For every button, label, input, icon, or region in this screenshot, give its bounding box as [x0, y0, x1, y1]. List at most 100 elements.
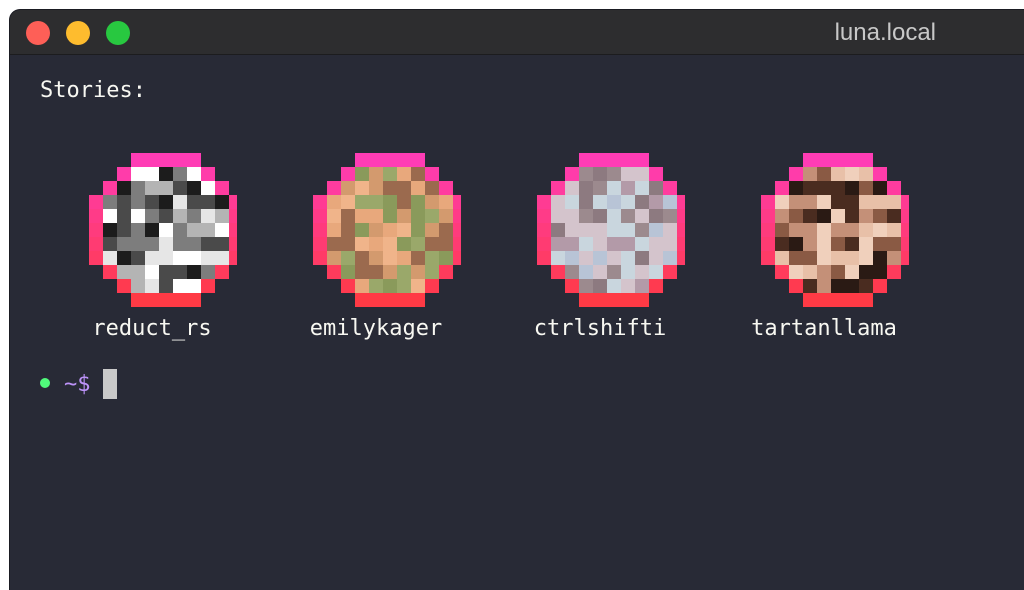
story-item[interactable]: reduct_rs: [67, 131, 237, 343]
avatar-ring-pixel: [803, 153, 817, 167]
avatar-ring-pixel: [453, 251, 461, 265]
story-avatar[interactable]: [515, 131, 685, 313]
avatar-pixel: [817, 195, 831, 209]
avatar-pixel: [551, 223, 565, 237]
avatar-ring-pixel: [845, 153, 859, 167]
avatar-ring-pixel: [803, 293, 817, 307]
avatar-pixel: [873, 181, 887, 195]
avatar-pixel: [887, 209, 901, 223]
avatar-pixel: [803, 223, 817, 237]
story-item[interactable]: tartanllama: [739, 131, 909, 343]
avatar-pixel: [635, 237, 649, 251]
avatar-pixel: [145, 195, 159, 209]
avatar-pixel: [803, 167, 817, 181]
avatar-pixel: [215, 195, 229, 209]
avatar-pixel: [803, 195, 817, 209]
avatar-pixel: [439, 209, 453, 223]
avatar-pixel: [635, 181, 649, 195]
avatar-ring-pixel: [187, 293, 201, 307]
avatar-pixel: [145, 223, 159, 237]
avatar-pixel: [117, 223, 131, 237]
avatar-pixel: [593, 223, 607, 237]
avatar-pixel: [607, 223, 621, 237]
avatar-ring-pixel: [383, 153, 397, 167]
avatar-ring-pixel: [369, 293, 383, 307]
avatar-pixel: [131, 251, 145, 265]
avatar-pixel: [145, 251, 159, 265]
avatar-pixel: [355, 223, 369, 237]
avatar-ring-pixel: [901, 209, 909, 223]
story-item[interactable]: ctrlshifti: [515, 131, 685, 343]
terminal-content[interactable]: Stories: reduct_rs emilykager ctrlshifti…: [10, 55, 1024, 590]
story-item[interactable]: emilykager: [291, 131, 461, 343]
avatar-pixel: [103, 195, 117, 209]
avatar-pixel: [411, 223, 425, 237]
avatar-pixel: [593, 209, 607, 223]
avatar-pixel: [145, 265, 159, 279]
avatar-ring-pixel: [327, 265, 341, 279]
avatar-pixel: [803, 265, 817, 279]
avatar-pixel: [411, 209, 425, 223]
avatar-ring-pixel: [831, 293, 845, 307]
avatar-pixel: [789, 251, 803, 265]
avatar-ring-pixel: [593, 153, 607, 167]
avatar-pixel: [887, 195, 901, 209]
avatar-pixel: [817, 251, 831, 265]
avatar-pixel: [845, 265, 859, 279]
avatar-ring-pixel: [397, 293, 411, 307]
avatar-pixel: [173, 167, 187, 181]
zoom-button[interactable]: [106, 21, 130, 45]
avatar-pixel: [173, 195, 187, 209]
avatar-ring-pixel: [621, 293, 635, 307]
avatar-pixel: [369, 181, 383, 195]
avatar-pixel: [411, 251, 425, 265]
avatar-pixel: [341, 237, 355, 251]
avatar-pixel: [369, 237, 383, 251]
avatar-ring-pixel: [579, 293, 593, 307]
avatar-ring-pixel: [173, 153, 187, 167]
avatar-pixel: [341, 265, 355, 279]
close-button[interactable]: [26, 21, 50, 45]
avatar-pixel: [593, 279, 607, 293]
avatar-pixel: [397, 181, 411, 195]
avatar-ring-pixel: [579, 153, 593, 167]
prompt-symbol: ~$: [64, 372, 91, 397]
avatar-pixel: [173, 223, 187, 237]
avatar-pixel: [607, 209, 621, 223]
story-avatar[interactable]: [67, 131, 237, 313]
avatar-pixel: [369, 209, 383, 223]
avatar-pixel: [145, 167, 159, 181]
story-username: tartanllama: [751, 316, 897, 341]
story-avatar[interactable]: [291, 131, 461, 313]
avatar-pixel: [593, 251, 607, 265]
text-cursor: [102, 369, 117, 399]
avatar-pixel: [579, 237, 593, 251]
avatar-pixel: [383, 279, 397, 293]
avatar-ring-pixel: [677, 195, 685, 209]
avatar-ring-pixel: [89, 237, 103, 251]
avatar-pixel: [663, 251, 677, 265]
story-avatar[interactable]: [739, 131, 909, 313]
avatar-pixel: [621, 167, 635, 181]
avatar-pixel: [873, 223, 887, 237]
avatar-pixel: [887, 237, 901, 251]
avatar-pixel: [215, 237, 229, 251]
avatar-pixel: [397, 223, 411, 237]
avatar-pixel: [341, 251, 355, 265]
shell-prompt[interactable]: ~$: [40, 369, 117, 401]
avatar-pixel: [383, 237, 397, 251]
avatar-pixel: [187, 181, 201, 195]
avatar-pixel: [355, 251, 369, 265]
avatar-ring-pixel: [789, 167, 803, 181]
avatar-pixel: [775, 251, 789, 265]
minimize-button[interactable]: [66, 21, 90, 45]
avatar-pixel: [131, 223, 145, 237]
avatar-ring-pixel: [369, 153, 383, 167]
avatar-pixel: [145, 209, 159, 223]
avatar-ring-pixel: [677, 251, 685, 265]
avatar-ring-pixel: [341, 167, 355, 181]
avatar-pixel: [607, 251, 621, 265]
avatar-ring-pixel: [131, 153, 145, 167]
avatar-ring-pixel: [607, 153, 621, 167]
avatar-pixel: [411, 195, 425, 209]
